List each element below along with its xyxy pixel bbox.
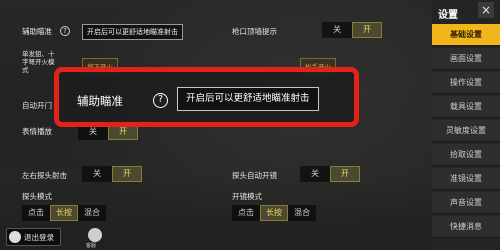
logout-label: 退出登录 — [24, 232, 54, 242]
user-icon — [9, 231, 21, 243]
scope-mode-selector: 点击 长按 混合 — [232, 205, 316, 221]
highlight-title: 辅助瞄准 — [77, 94, 123, 108]
peek-mode-label: 探头模式 — [22, 192, 52, 201]
sidebar-title: 设置 — [438, 10, 458, 21]
highlight-hint: 开启后可以更舒适地瞄准射击 — [177, 87, 319, 111]
sidebar-item-sensitivity[interactable]: 灵敏度设置 — [432, 120, 500, 142]
peek-mode-click[interactable]: 点击 — [22, 205, 50, 221]
aim-assist-help-icon[interactable]: ? — [60, 26, 70, 36]
gesture-label: 表情播放 — [22, 127, 52, 136]
logout-button[interactable]: 退出登录 — [6, 228, 61, 246]
single-shot-label: 单发狙、十字弩开火模式 — [22, 50, 55, 74]
sidebar-item-graphics[interactable]: 画面设置 — [432, 48, 500, 70]
peek-auto-on[interactable]: 开 — [330, 166, 360, 182]
customer-service-icon[interactable] — [88, 228, 102, 242]
sidebar-item-quickmsg[interactable]: 快捷消息 — [432, 216, 500, 238]
highlight-help-icon[interactable]: ? — [153, 93, 168, 108]
muzzle-hint-toggle: 关 开 — [322, 22, 382, 38]
muzzle-hint-off[interactable]: 关 — [322, 22, 352, 38]
peek-auto-off[interactable]: 关 — [300, 166, 330, 182]
auto-open-door-label: 自动开门 — [22, 101, 52, 110]
aim-assist-label: 辅助瞄准 — [22, 27, 52, 36]
sidebar-item-scope[interactable]: 准镜设置 — [432, 168, 500, 190]
peek-fire-toggle: 关 开 — [82, 166, 142, 182]
sidebar-item-sound[interactable]: 声音设置 — [432, 192, 500, 214]
peek-mode-mixed[interactable]: 混合 — [78, 205, 106, 221]
close-icon[interactable]: × — [478, 2, 494, 18]
scope-mode-mixed[interactable]: 混合 — [288, 205, 316, 221]
scope-mode-label: 开镜模式 — [232, 192, 262, 201]
peek-mode-hold[interactable]: 长按 — [50, 205, 78, 221]
muzzle-hint-on[interactable]: 开 — [352, 22, 382, 38]
sidebar-item-pickup[interactable]: 拾取设置 — [432, 144, 500, 166]
peek-fire-on[interactable]: 开 — [112, 166, 142, 182]
peek-fire-off[interactable]: 关 — [82, 166, 112, 182]
sidebar-item-basic[interactable]: 基础设置 — [432, 24, 500, 46]
scope-mode-hold[interactable]: 长按 — [260, 205, 288, 221]
peek-auto-label: 探头自动开镜 — [232, 171, 277, 180]
aim-assist-hint: 开启后可以更舒适地瞄准射击 — [82, 24, 183, 40]
peek-mode-selector: 点击 长按 混合 — [22, 205, 106, 221]
settings-sidebar: 设置 × 基础设置 画面设置 操作设置 载具设置 灵敏度设置 拾取设置 准镜设置… — [432, 0, 500, 250]
sidebar-item-controls[interactable]: 操作设置 — [432, 72, 500, 94]
sidebar-item-vehicle[interactable]: 载具设置 — [432, 96, 500, 118]
peek-fire-label: 左右探头射击 — [22, 171, 67, 180]
scope-mode-click[interactable]: 点击 — [232, 205, 260, 221]
aim-assist-highlight: 辅助瞄准 ? 开启后可以更舒适地瞄准射击 — [54, 67, 359, 127]
muzzle-hint-label: 枪口顶墙提示 — [232, 27, 277, 36]
customer-service-label: 客服 — [86, 243, 97, 249]
peek-auto-toggle: 关 开 — [300, 166, 360, 182]
